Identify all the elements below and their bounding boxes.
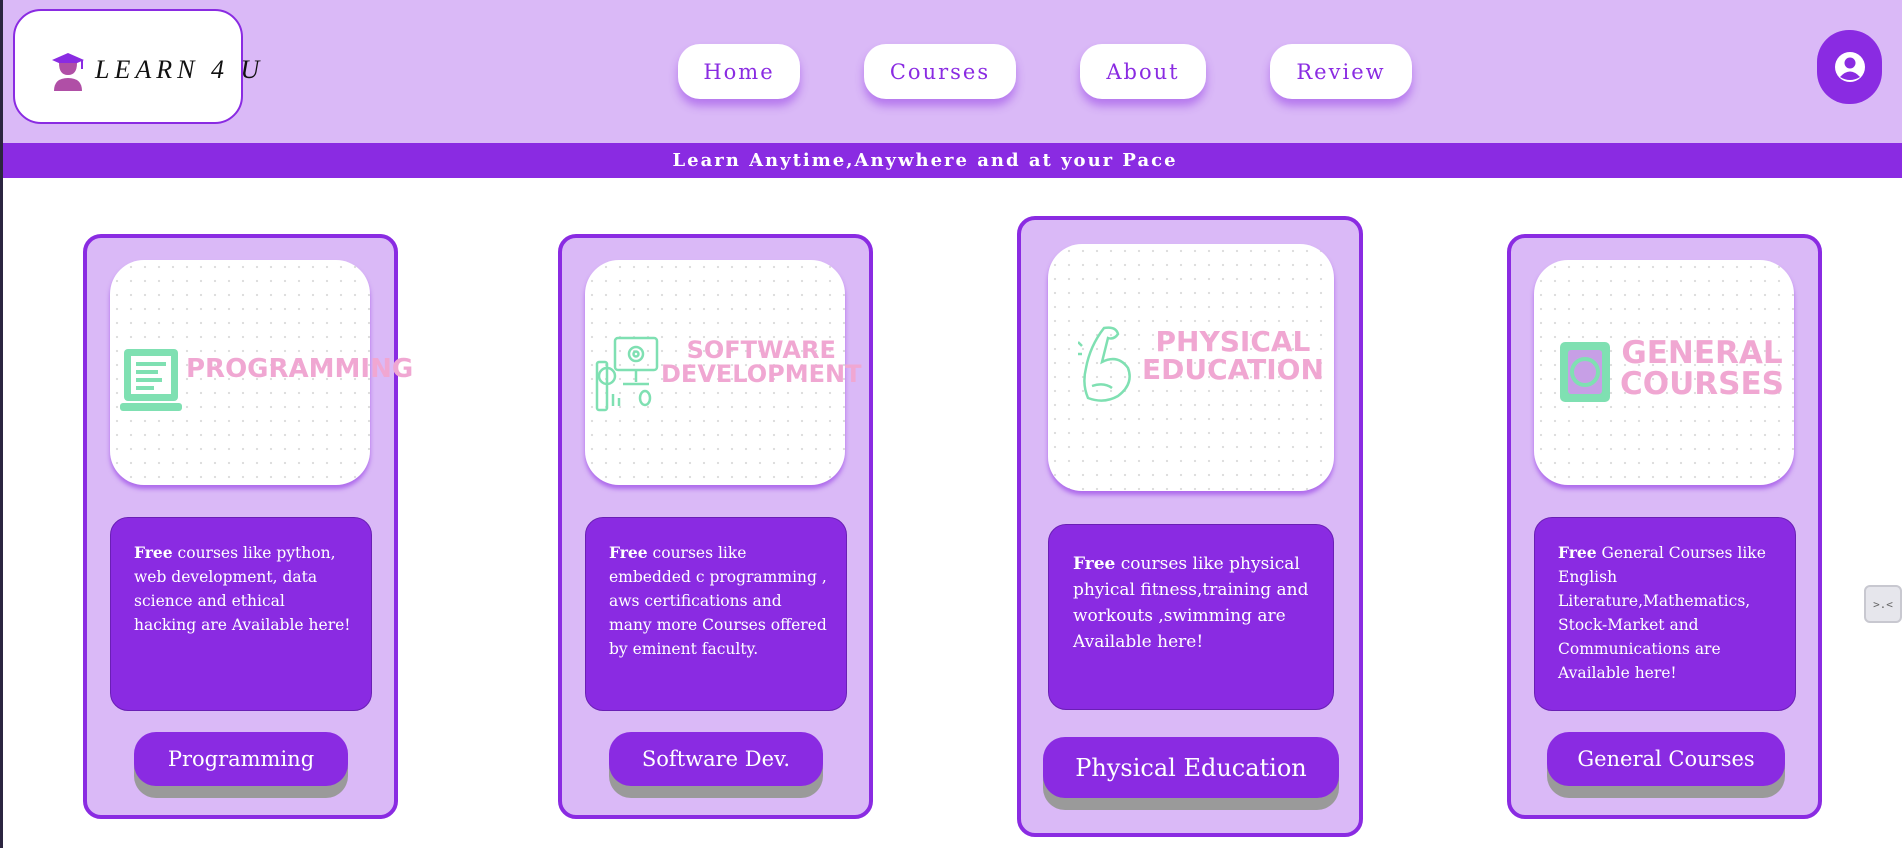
course-description: Free courses like physical phyical fitne…	[1048, 524, 1334, 710]
course-image-programming: PROGRAMMING	[110, 260, 413, 485]
general-courses-button[interactable]: General Courses	[1547, 732, 1785, 786]
course-description: Free courses like python, web developmen…	[110, 517, 372, 711]
free-label: Free	[609, 543, 648, 562]
course-image-title: GENERAL COURSES	[1620, 335, 1784, 402]
course-card-general-courses: GENERAL COURSES Free General Courses lik…	[1507, 234, 1822, 819]
tagline-banner: Learn Anytime,Anywhere and at your Pace	[3, 143, 1902, 178]
nav-about-button[interactable]: About	[1080, 44, 1206, 99]
physical-education-button[interactable]: Physical Education	[1043, 737, 1339, 798]
course-image-physical-education: PHYSICAL EDUCATION	[1048, 244, 1334, 491]
laptop-code-icon	[120, 349, 182, 411]
course-card-programming: PROGRAMMING Free courses like python, we…	[83, 234, 413, 819]
graduate-icon	[52, 53, 84, 91]
course-card-physical-education: PHYSICAL EDUCATION Free courses like phy…	[1017, 216, 1363, 837]
nav-review-button[interactable]: Review	[1270, 44, 1412, 99]
course-description: Free courses like embedded c programming…	[585, 517, 847, 711]
tagline-text: Learn Anytime,Anywhere and at your Pace	[672, 150, 1178, 171]
logo[interactable]: LEARN 4 U	[13, 9, 259, 124]
flexed-arm-icon	[1078, 326, 1131, 402]
terminal-tab-button[interactable]: >.<	[1864, 585, 1902, 623]
free-label: Free	[1558, 543, 1597, 562]
top-header: LEARN 4 U Home Courses About Review	[3, 0, 1902, 143]
logo-text: LEARN 4 U	[95, 55, 265, 84]
book-icon	[1560, 342, 1610, 402]
user-circle-icon	[1834, 52, 1865, 82]
programming-button[interactable]: Programming	[134, 732, 348, 786]
free-label: Free	[134, 543, 173, 562]
computer-gear-icon	[595, 336, 659, 412]
course-image-general-courses: GENERAL COURSES	[1534, 260, 1794, 485]
course-image-title: PHYSICAL EDUCATION	[1142, 325, 1324, 386]
course-description: Free General Courses like English Litera…	[1534, 517, 1796, 711]
nav-home-button[interactable]: Home	[678, 44, 800, 99]
course-image-title: PROGRAMMING	[186, 354, 414, 384]
course-image-software-dev: SOFTWARE DEVELOPMENT	[585, 260, 861, 485]
terminal-icon: >.<	[1873, 597, 1893, 611]
software-dev-button[interactable]: Software Dev.	[609, 732, 823, 786]
nav-courses-button[interactable]: Courses	[864, 44, 1016, 99]
description-text: General Courses like English Literature,…	[1558, 544, 1766, 682]
free-label: Free	[1073, 554, 1116, 574]
profile-button[interactable]	[1817, 30, 1882, 104]
course-card-software-dev: SOFTWARE DEVELOPMENT Free courses like e…	[558, 234, 873, 819]
course-image-title: SOFTWARE DEVELOPMENT	[661, 336, 862, 388]
